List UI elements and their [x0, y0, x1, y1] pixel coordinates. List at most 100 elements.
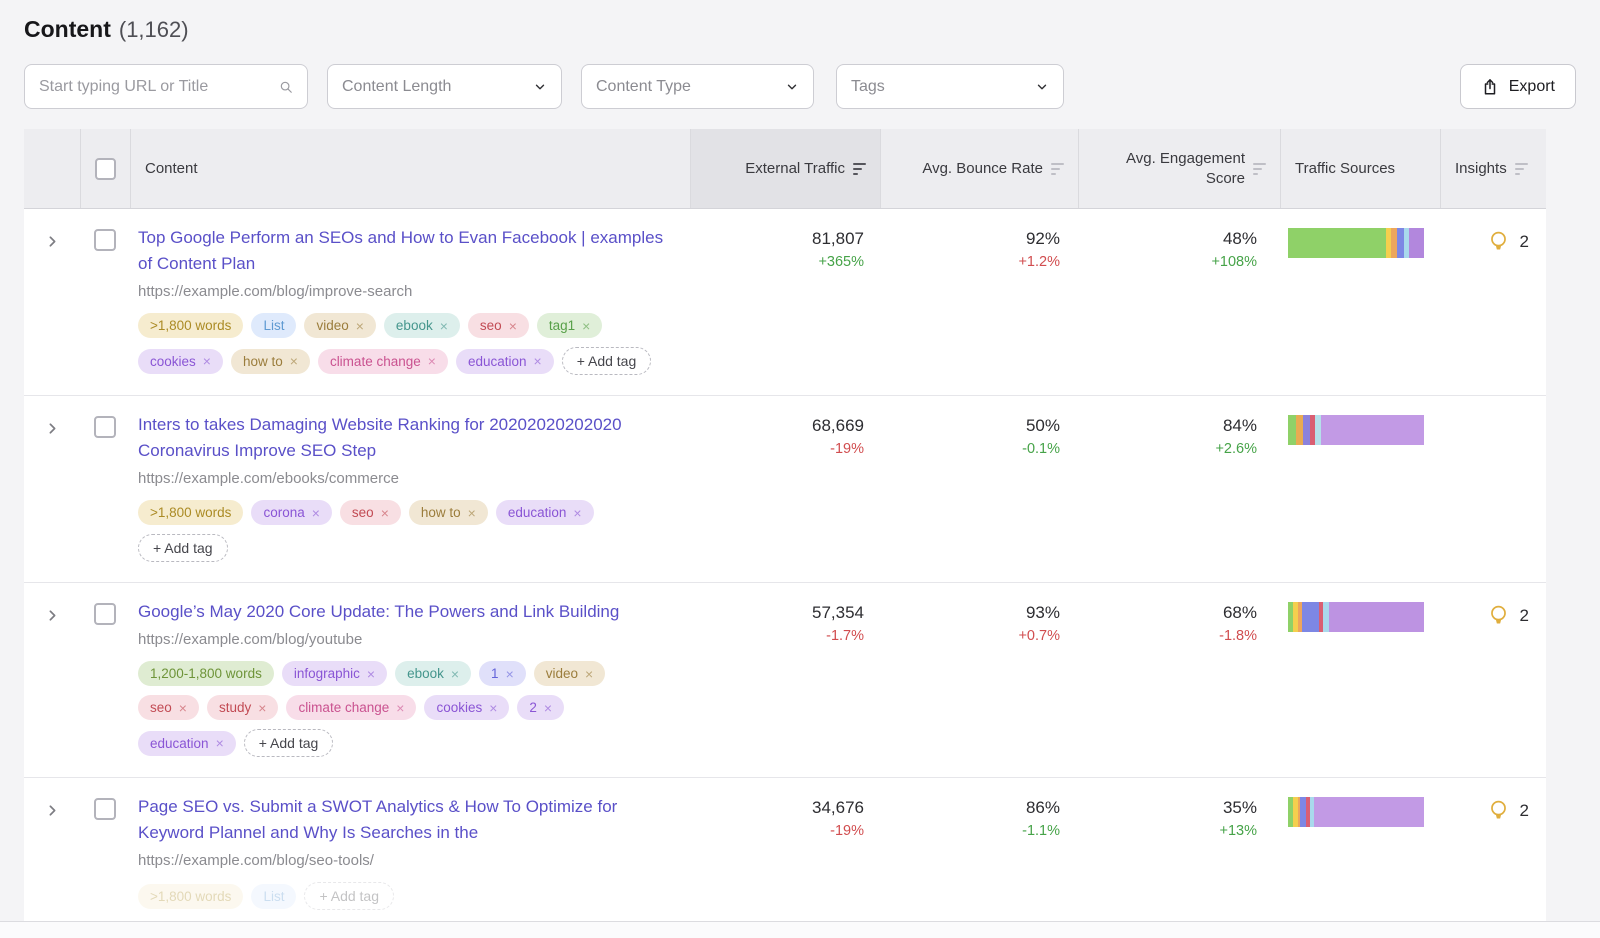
chevron-right-icon[interactable]	[44, 420, 61, 437]
content-cell: Google’s May 2020 Core Update: The Power…	[130, 583, 690, 777]
tag-pill[interactable]: infographic×	[282, 661, 387, 686]
tags-filter[interactable]: Tags	[836, 64, 1064, 109]
header-content-column[interactable]: Content	[130, 129, 690, 208]
tag-pill[interactable]: >1,800 words	[138, 884, 243, 909]
row-checkbox[interactable]	[94, 229, 116, 251]
table-header-row: Content External Traffic Avg. Bounce Rat…	[24, 129, 1546, 209]
row-checkbox-cell	[80, 209, 130, 395]
tag-pill[interactable]: List	[251, 313, 296, 338]
tag-label: corona	[263, 505, 304, 520]
content-title-link[interactable]: Inters to takes Damaging Website Ranking…	[138, 412, 664, 464]
add-tag-button[interactable]: + Add tag	[138, 534, 228, 562]
tag-pill[interactable]: climate change×	[318, 349, 448, 374]
add-tag-button[interactable]: + Add tag	[244, 729, 334, 757]
tag-pill[interactable]: education×	[138, 731, 236, 756]
sort-icon[interactable]	[1253, 163, 1266, 175]
table-bottom-scroll-strip	[0, 921, 1600, 938]
insights-cell[interactable]: 2	[1440, 778, 1546, 930]
tag-label: seo	[150, 700, 172, 715]
remove-tag-icon[interactable]: ×	[203, 354, 211, 368]
remove-tag-icon[interactable]: ×	[585, 667, 593, 681]
tag-pill[interactable]: 1,200-1,800 words	[138, 661, 274, 686]
remove-tag-icon[interactable]: ×	[509, 319, 517, 333]
remove-tag-icon[interactable]: ×	[290, 354, 298, 368]
content-type-filter-label: Content Type	[596, 78, 691, 96]
tag-pill[interactable]: video×	[534, 661, 605, 686]
add-tag-button[interactable]: + Add tag	[562, 347, 652, 375]
tag-pill[interactable]: ebook×	[384, 313, 460, 338]
remove-tag-icon[interactable]: ×	[544, 701, 552, 715]
tag-pill[interactable]: seo×	[468, 313, 529, 338]
header-external-traffic-column[interactable]: External Traffic	[690, 129, 880, 208]
content-title-link[interactable]: Top Google Perform an SEOs and How to Ev…	[138, 225, 664, 277]
content-title-link[interactable]: Google’s May 2020 Core Update: The Power…	[138, 599, 664, 625]
remove-tag-icon[interactable]: ×	[451, 667, 459, 681]
tag-pill[interactable]: seo ×	[138, 695, 199, 720]
remove-tag-icon[interactable]: ×	[573, 506, 581, 520]
remove-tag-icon[interactable]: ×	[489, 701, 497, 715]
tag-pill[interactable]: study×	[207, 695, 278, 720]
remove-tag-icon[interactable]: ×	[428, 354, 436, 368]
insights-cell[interactable]: 2	[1440, 209, 1546, 395]
add-tag-button[interactable]: + Add tag	[304, 882, 394, 910]
tag-pill[interactable]: List	[251, 884, 296, 909]
remove-tag-icon[interactable]: ×	[582, 319, 590, 333]
chevron-right-icon[interactable]	[44, 802, 61, 819]
tag-pill[interactable]: how to×	[409, 500, 488, 525]
page-header: Content (1,162)	[0, 0, 1600, 43]
tag-pill[interactable]: climate change×	[286, 695, 416, 720]
header-avg-bounce-rate-column[interactable]: Avg. Bounce Rate	[880, 129, 1078, 208]
sort-icon[interactable]	[1515, 163, 1528, 175]
tag-pill[interactable]: tag1×	[537, 313, 602, 338]
remove-tag-icon[interactable]: ×	[506, 667, 514, 681]
traffic-source-segment	[1296, 415, 1303, 445]
chevron-down-icon	[1035, 80, 1049, 94]
chevron-right-icon[interactable]	[44, 233, 61, 250]
traffic-source-segment	[1321, 415, 1424, 445]
header-avg-engagement-score-column[interactable]: Avg. Engagement Score	[1078, 129, 1280, 208]
export-button[interactable]: Export	[1460, 64, 1576, 109]
expand-row-cell	[24, 583, 80, 777]
remove-tag-icon[interactable]: ×	[468, 506, 476, 520]
tag-pill[interactable]: how to×	[231, 349, 310, 374]
sort-icon[interactable]	[853, 163, 866, 175]
tag-pill[interactable]: seo×	[340, 500, 401, 525]
tag-pill[interactable]: education×	[456, 349, 554, 374]
engagement-score-cell: 84% +2.6%	[1078, 396, 1280, 582]
export-icon	[1481, 78, 1499, 96]
tag-pill[interactable]: cookies×	[138, 349, 223, 374]
search-input[interactable]	[39, 78, 279, 96]
content-type-filter[interactable]: Content Type	[581, 64, 814, 109]
tag-pill[interactable]: >1,800 words	[138, 500, 243, 525]
content-title-link[interactable]: Page SEO vs. Submit a SWOT Analytics & H…	[138, 794, 664, 846]
tag-pill[interactable]: >1,800 words	[138, 313, 243, 338]
remove-tag-icon[interactable]: ×	[381, 506, 389, 520]
chevron-right-icon[interactable]	[44, 607, 61, 624]
insights-cell[interactable]: 2	[1440, 583, 1546, 777]
tag-pill[interactable]: cookies ×	[424, 695, 509, 720]
sort-icon[interactable]	[1051, 163, 1064, 175]
row-checkbox[interactable]	[94, 798, 116, 820]
select-all-checkbox[interactable]	[95, 158, 116, 180]
tag-pill[interactable]: corona ×	[251, 500, 331, 525]
remove-tag-icon[interactable]: ×	[367, 667, 375, 681]
tag-label: cookies	[436, 700, 482, 715]
tag-pill[interactable]: ebook×	[395, 661, 471, 686]
remove-tag-icon[interactable]: ×	[312, 506, 320, 520]
remove-tag-icon[interactable]: ×	[534, 354, 542, 368]
header-insights-column[interactable]: Insights	[1440, 129, 1546, 208]
tag-pill[interactable]: 1×	[479, 661, 526, 686]
remove-tag-icon[interactable]: ×	[440, 319, 448, 333]
row-checkbox[interactable]	[94, 603, 116, 625]
row-checkbox[interactable]	[94, 416, 116, 438]
content-length-filter[interactable]: Content Length	[327, 64, 562, 109]
remove-tag-icon[interactable]: ×	[258, 701, 266, 715]
remove-tag-icon[interactable]: ×	[179, 701, 187, 715]
remove-tag-icon[interactable]: ×	[216, 736, 224, 750]
remove-tag-icon[interactable]: ×	[356, 319, 364, 333]
tag-pill[interactable]: 2×	[517, 695, 564, 720]
search-box[interactable]	[24, 64, 308, 109]
tag-pill[interactable]: video×	[304, 313, 375, 338]
tag-pill[interactable]: education×	[496, 500, 594, 525]
remove-tag-icon[interactable]: ×	[396, 701, 404, 715]
